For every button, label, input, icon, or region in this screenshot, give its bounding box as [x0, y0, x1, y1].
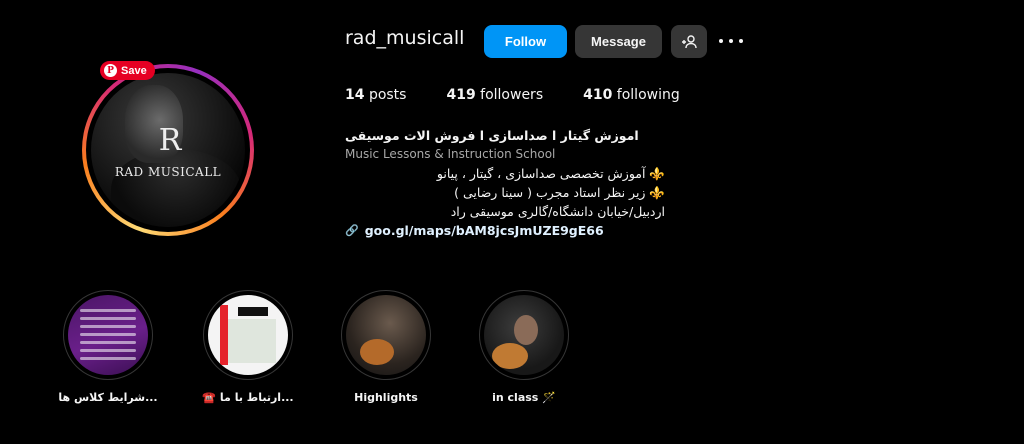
highlight-map-shape: [226, 319, 276, 363]
following-count: 410: [583, 87, 613, 103]
highlight-text-lines: [80, 309, 136, 365]
followers-count: 419: [446, 87, 476, 103]
highlight-ring: [203, 290, 293, 380]
bio-name: اموزش گیتار ا صداسازی ا فروش الات موسیقی: [345, 128, 639, 143]
message-button[interactable]: Message: [575, 25, 662, 58]
guitar-shape: [360, 339, 394, 365]
profile-avatar-ring[interactable]: R RAD MUSICALL: [82, 64, 254, 236]
bio-line: ⚜️ زیر نظر استاد مجرب ( سینا رضایی ): [454, 185, 665, 200]
story-highlight[interactable]: ☎️ ارتباط با ما...: [198, 290, 298, 404]
follow-button[interactable]: Follow: [484, 25, 567, 58]
bio-line: ⚜️ آموزش تخصصی صداسازی ، گیتار ، پیانو: [436, 166, 665, 181]
highlight-cover: [68, 295, 148, 375]
highlight-cover: [346, 295, 426, 375]
followers-stat[interactable]: 419 followers: [446, 87, 543, 103]
highlight-ring: [479, 290, 569, 380]
more-options-icon[interactable]: [719, 32, 743, 50]
highlight-cover: [208, 295, 288, 375]
avatar-shoulder-shape: [111, 149, 241, 227]
bio-line: اردبیل/خیابان دانشگاه/گالری موسیقی راد: [450, 204, 665, 219]
posts-count: 14: [345, 87, 365, 103]
story-highlight[interactable]: شرایط کلاس ها...: [58, 290, 158, 404]
add-user-icon: [682, 34, 697, 48]
highlight-label: ☎️ ارتباط با ما...: [202, 391, 294, 404]
profile-bio: اموزش گیتار ا صداسازی ا فروش الات موسیقی…: [345, 126, 665, 240]
save-label: Save: [121, 64, 147, 77]
story-highlight[interactable]: in class 🪄: [474, 290, 574, 404]
highlight-label: Highlights: [354, 391, 418, 404]
profile-username: rad_musicall: [345, 27, 465, 49]
following-label: following: [616, 87, 680, 103]
bio-category: Music Lessons & Instruction School: [345, 147, 556, 161]
avatar-gap: R RAD MUSICALL: [86, 68, 250, 232]
suggest-similar-button[interactable]: [671, 25, 707, 58]
bio-link-text: goo.gl/maps/bAM8jcsJmUZE9gE66: [364, 223, 604, 238]
pinterest-icon: P: [104, 64, 117, 77]
link-icon: 🔗: [345, 224, 359, 237]
avatar-brand-text: RAD MUSICALL: [114, 165, 222, 179]
profile-stats: 14 posts 419 followers 410 following: [345, 87, 720, 103]
avatar-logo: R: [158, 123, 182, 158]
highlight-red-bar: [220, 305, 228, 365]
highlight-ring: [63, 290, 153, 380]
avatar[interactable]: R RAD MUSICALL: [91, 73, 245, 227]
story-highlight[interactable]: Highlights: [336, 290, 436, 404]
following-stat[interactable]: 410 following: [583, 87, 680, 103]
pinterest-save-button[interactable]: P Save: [100, 61, 155, 80]
posts-stat[interactable]: 14 posts: [345, 87, 406, 103]
guitar-shape: [492, 343, 528, 369]
highlight-cover: [484, 295, 564, 375]
highlight-ring: [341, 290, 431, 380]
highlight-label: in class 🪄: [492, 391, 556, 404]
followers-label: followers: [480, 87, 544, 103]
highlight-phone-shape: [238, 307, 268, 316]
bio-link[interactable]: 🔗 goo.gl/maps/bAM8jcsJmUZE9gE66: [345, 221, 665, 240]
highlight-label: شرایط کلاس ها...: [58, 391, 158, 404]
person-shape: [514, 315, 538, 345]
posts-label: posts: [368, 87, 407, 103]
